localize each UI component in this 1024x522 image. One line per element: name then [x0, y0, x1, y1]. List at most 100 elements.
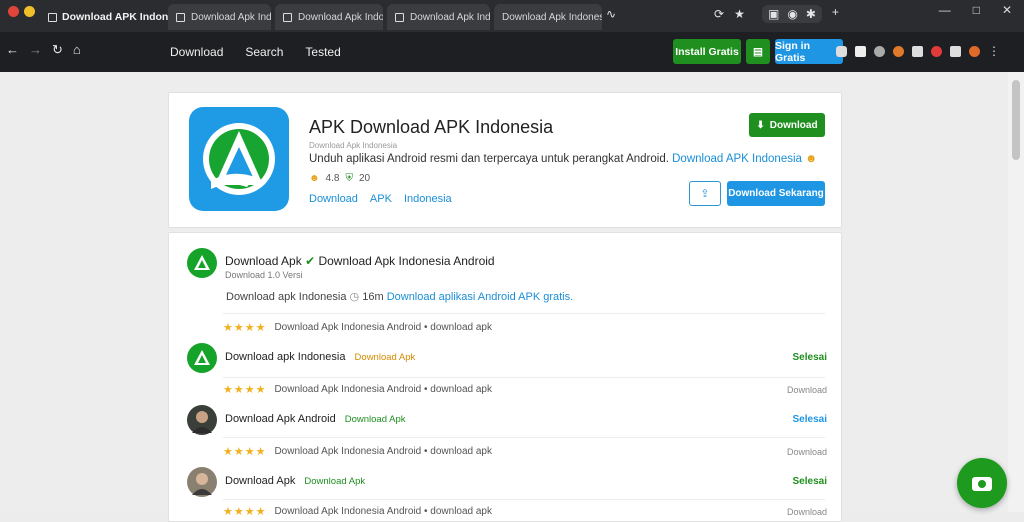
extension-icon[interactable]: [874, 45, 885, 57]
nav-download[interactable]: Download: [170, 45, 223, 59]
review-line-text: Download Apk Indonesia Android • downloa…: [274, 384, 492, 395]
floating-action-button[interactable]: [957, 458, 1007, 508]
download-icon: ⬇: [756, 119, 765, 131]
avatar: [187, 405, 217, 435]
breadcrumb-item[interactable]: Download: [309, 193, 358, 205]
reviewer-title: Download Apk Indonesia Android: [318, 254, 495, 268]
item-action[interactable]: Selesai: [793, 476, 827, 487]
tab-3[interactable]: Download Apk Indonesia: [387, 4, 490, 30]
line-action[interactable]: Download: [787, 447, 827, 457]
star-rating: ★★★★: [223, 384, 267, 396]
breadcrumb-item[interactable]: Indonesia: [404, 193, 452, 205]
extension-icon[interactable]: [969, 45, 980, 57]
scroll-thumb[interactable]: [1012, 80, 1020, 160]
item-tag: Download Apk: [304, 476, 366, 487]
extension-icon[interactable]: [912, 45, 923, 57]
item-name: Download Apk Android Download Apk: [225, 413, 405, 425]
app-description-link[interactable]: Download APK Indonesia: [672, 153, 802, 165]
app-logo-icon: [194, 350, 210, 365]
breadcrumb-item[interactable]: APK: [370, 193, 392, 205]
tab-4[interactable]: Download Apk Indonesia ✕: [494, 4, 602, 30]
window-controls: — □ ✕: [939, 3, 1012, 17]
item-title: Download apk Indonesia: [225, 351, 346, 363]
signin-button[interactable]: Sign in Gratis: [775, 39, 843, 64]
emoji-icon: ☻: [805, 153, 818, 165]
share-icon-button[interactable]: ⇪: [689, 181, 721, 206]
doc-icon: [395, 12, 404, 22]
site-header: ← → ↻ ⌂ Download Search Tested Install G…: [0, 32, 1024, 72]
item-action[interactable]: Selesai: [793, 352, 827, 363]
install-header-button[interactable]: Install Gratis: [673, 39, 741, 64]
extension-icon[interactable]: [836, 45, 847, 57]
item-action[interactable]: Selesai: [793, 414, 827, 425]
divider: [223, 437, 825, 438]
screenshot-icon[interactable]: ▣: [768, 7, 779, 21]
bookmark-icon[interactable]: ▤: [746, 39, 770, 64]
summary-link[interactable]: Download aplikasi Android APK gratis.: [387, 291, 574, 303]
extension-icon[interactable]: [931, 45, 942, 57]
app-meta: ☻ 4.8 ⛨ 20: [309, 173, 370, 184]
extension-icon[interactable]: [855, 45, 866, 57]
download-now-button[interactable]: Download Sekarang: [727, 181, 825, 206]
user-avatar-icon: [192, 411, 212, 433]
camera-icon[interactable]: ◉: [787, 7, 797, 21]
line-action[interactable]: Download: [787, 507, 827, 517]
refresh-icon[interactable]: ⟳: [714, 7, 724, 21]
tab-title: Download Apk Indonesia: [298, 11, 383, 23]
forward-icon[interactable]: →: [29, 42, 42, 58]
nav-tested[interactable]: Tested: [305, 45, 340, 59]
doc-icon: [283, 12, 292, 22]
app-logo-icon: [189, 107, 289, 211]
star-rating: ★★★★: [223, 446, 267, 458]
profile-dot-red[interactable]: [8, 6, 19, 17]
summary-count: 16m: [362, 291, 384, 303]
extension-icon[interactable]: [893, 45, 904, 57]
extension-icon[interactable]: ✱: [806, 7, 816, 21]
tab-actions: ∿: [606, 7, 616, 21]
app-reviews-count: 20: [358, 173, 371, 184]
reload-icon[interactable]: ↻: [52, 42, 63, 58]
avatar: [187, 467, 217, 497]
install-button-label: Download: [769, 119, 818, 131]
item-tag: Download Apk: [354, 352, 416, 363]
profile-dot-yellow[interactable]: [24, 6, 35, 17]
tab-title: Download Apk Indonesia: [502, 11, 602, 23]
tab-1[interactable]: Download Apk Indonesia ✕: [168, 4, 271, 30]
item-title: Download Apk Android: [225, 413, 336, 425]
new-tab-icon[interactable]: +: [832, 5, 839, 23]
camera-icon: [972, 477, 992, 491]
divider: [223, 313, 825, 314]
app-description-text: Unduh aplikasi Android resmi dan terperc…: [309, 153, 669, 165]
app-description: Unduh aplikasi Android resmi dan terperc…: [309, 153, 817, 165]
reviews-panel: Download Apk ✔ Download Apk Indonesia An…: [168, 232, 842, 522]
divider: [223, 499, 825, 500]
tab-bar: Download APK Indonesia Download Apk Indo…: [0, 0, 1024, 32]
lock-icon: [176, 12, 185, 22]
line-action[interactable]: Download: [787, 385, 827, 395]
app-subtitle: Download Apk Indonesia: [309, 141, 398, 150]
item-name: Download apk Indonesia Download Apk: [225, 351, 415, 363]
nav-search[interactable]: Search: [245, 45, 283, 59]
extensions: ⋮: [836, 44, 1000, 58]
audio-icon[interactable]: ∿: [606, 7, 616, 21]
tab-title: Download Apk Indonesia: [410, 11, 490, 23]
tab-2[interactable]: Download Apk Indonesia ✕: [275, 4, 383, 30]
back-icon[interactable]: ←: [6, 42, 19, 58]
minimize-icon[interactable]: —: [939, 3, 951, 17]
smile-icon: ☻: [309, 173, 320, 184]
maximize-icon[interactable]: □: [973, 3, 980, 17]
review-line-content: ★★★★ Download Apk Indonesia Android • do…: [223, 383, 492, 396]
scrollbar[interactable]: [1008, 72, 1024, 512]
extension-icon[interactable]: [950, 45, 961, 57]
summary-text: Download apk Indonesia: [226, 291, 347, 303]
install-button[interactable]: ⬇ Download: [749, 113, 825, 137]
tab-active[interactable]: Download APK Indonesia: [42, 2, 168, 32]
star-icon[interactable]: ★: [734, 7, 745, 21]
menu-icon[interactable]: ⋮: [988, 44, 1000, 58]
avatar: [187, 248, 217, 278]
home-icon[interactable]: ⌂: [73, 42, 81, 58]
tab-tools-group: ▣ ◉ ✱: [762, 5, 822, 23]
clock-icon: ◷: [349, 291, 360, 303]
close-icon[interactable]: ✕: [1002, 3, 1012, 17]
nav-buttons: ← → ↻ ⌂: [6, 42, 81, 58]
